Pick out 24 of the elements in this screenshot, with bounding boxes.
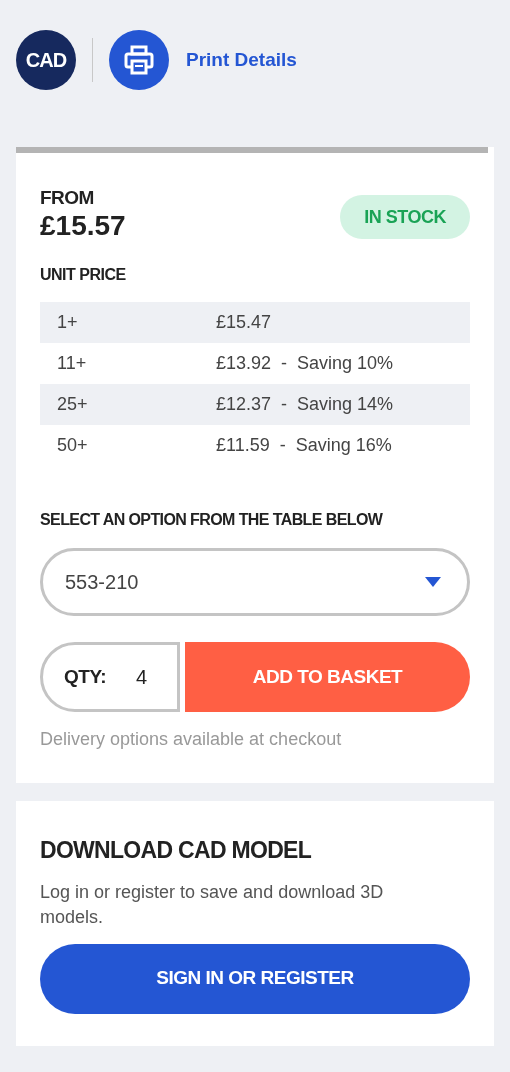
quantity-field[interactable]: QTY: 4 [40, 642, 180, 712]
caret-icon [425, 577, 441, 587]
quantity-cell-text: 25+ [56, 393, 89, 416]
delivery-note: Delivery options available at checkout [40, 728, 343, 751]
printer-icon[interactable] [109, 30, 169, 90]
price-cell-text: £11.59 - Saving 16% [216, 434, 392, 457]
quantity-cell-text: 50+ [56, 434, 89, 457]
cad-description: Log in or register to save and download 3D models. [40, 880, 385, 929]
price-cell-text: £12.37 - Saving 14% [216, 393, 394, 416]
from-label: FROM [40, 187, 95, 209]
cad-badge: CAD [16, 30, 76, 90]
unit-price-label: UNIT PRICE [40, 265, 127, 285]
option-dropdown[interactable]: 553-210 [40, 548, 470, 616]
sign-in-button[interactable]: SIGN IN OR REGISTER [40, 943, 470, 1014]
quantity-cell-text: 1+ [56, 311, 79, 334]
print-details-link[interactable]: Print Details [186, 45, 297, 75]
select-label: SELECT AN OPTION FROM THE TABLE BELOW [40, 510, 384, 530]
quantity-cell-text: 11+ [56, 352, 88, 375]
from-price: £15.57 [40, 209, 126, 243]
quantity-label: QTY: [64, 664, 106, 689]
cad-title: DOWNLOAD CAD MODEL [40, 836, 313, 865]
price-cell-text: £15.47 [216, 311, 272, 334]
stock-badge: IN STOCK [340, 195, 470, 239]
price-cell-text: £13.92 - Saving 10% [216, 352, 394, 375]
